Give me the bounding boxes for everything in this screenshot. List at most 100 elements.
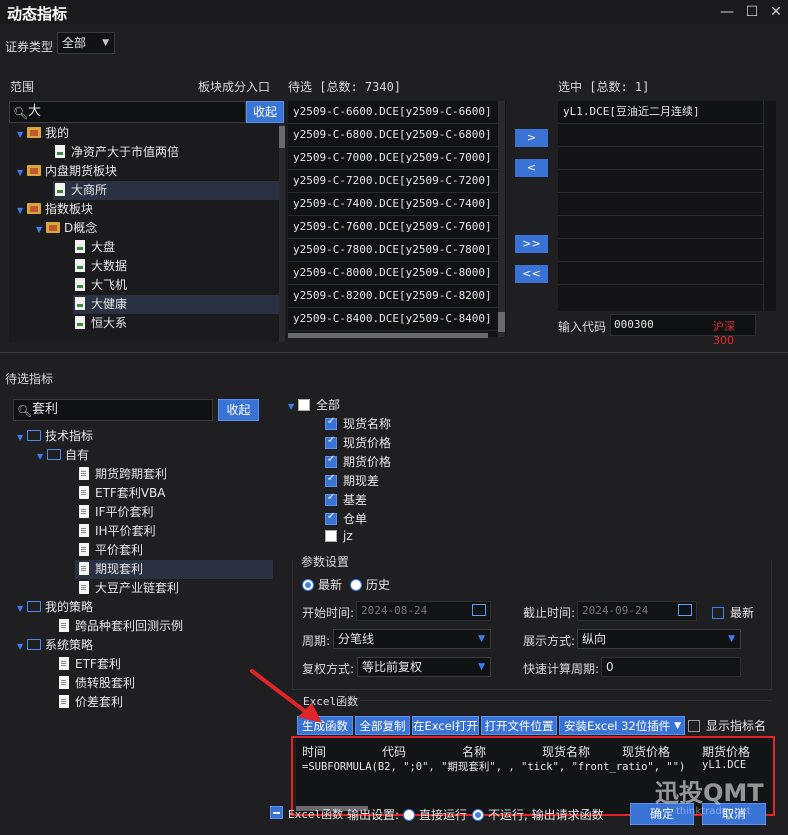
watermark-brand: 迅投QMT <box>655 779 764 807</box>
close-icon[interactable]: ✕ <box>766 2 786 22</box>
tree-node-ih-parity[interactable]: IH平价套利 <box>13 522 273 541</box>
security-type-select[interactable]: 全部 ▼ <box>57 32 115 54</box>
output-no-run[interactable]: 不运行, 输出请求函数 <box>472 806 604 823</box>
list-item[interactable]: y2509-C-7400.DCE[y2509-C-7400] <box>288 193 498 216</box>
tree-node-soy-chain[interactable]: 大豆产业链套利 <box>13 579 273 598</box>
start-time-input[interactable]: 2024-08-24 <box>356 601 491 621</box>
checkbox-all[interactable] <box>298 399 310 411</box>
open-in-excel-button[interactable]: 在Excel打开 <box>412 716 479 735</box>
folder-icon <box>27 203 41 214</box>
range-search-input[interactable]: 🔍︎ 大 <box>9 101 246 123</box>
fields-all-row[interactable]: ▼ 全部 <box>288 396 340 413</box>
pending-hscroll-thumb[interactable] <box>288 333 488 338</box>
adjust-select[interactable]: 等比前复权 ▼ <box>357 657 491 677</box>
add-button[interactable]: > <box>515 129 548 147</box>
mode-latest[interactable]: 最新 <box>302 576 342 593</box>
tree-node-d-concept[interactable]: ▼ D概念 <box>9 219 279 238</box>
end-time-label: 截止时间: <box>523 606 576 620</box>
tree-node-system-strategy[interactable]: ▼ 系统策略 <box>13 636 273 655</box>
checkbox[interactable] <box>325 492 337 506</box>
tree-node-etf-vba[interactable]: ETF套利VBA <box>13 484 273 503</box>
tree-node-dce[interactable]: 大商所 <box>53 181 279 200</box>
calendar-icon[interactable] <box>678 604 692 616</box>
add-all-button[interactable]: >> <box>515 235 548 253</box>
remove-all-button[interactable]: << <box>515 265 548 283</box>
tree-node-big-health[interactable]: 大健康 <box>73 295 279 314</box>
maximize-icon[interactable]: ☐ <box>742 2 762 22</box>
radio-icon[interactable] <box>350 579 362 591</box>
output-direct-run[interactable]: 直接运行 <box>403 806 467 823</box>
checkbox[interactable] <box>325 530 337 542</box>
list-item[interactable]: y2509-C-7000.DCE[y2509-C-7000] <box>288 147 498 170</box>
pending-scrollbar[interactable] <box>498 101 505 337</box>
list-item[interactable]: y2509-C-7600.DCE[y2509-C-7600] <box>288 216 498 239</box>
field-basis[interactable]: 基差 <box>325 491 367 508</box>
list-item[interactable]: y2509-C-7800.DCE[y2509-C-7800] <box>288 239 498 262</box>
list-item[interactable]: yL1.DCE[豆油近二月连续] <box>558 101 763 124</box>
field-jz[interactable]: jz <box>325 529 353 543</box>
minimize-icon[interactable]: — <box>717 2 737 22</box>
checkbox[interactable] <box>688 720 700 732</box>
indicator-search-input[interactable]: 🔍︎ 套利 <box>13 399 213 421</box>
checkbox[interactable] <box>325 454 337 468</box>
tree-node-basis-arb[interactable]: 期现套利 <box>75 560 273 579</box>
radio-icon[interactable] <box>403 809 415 821</box>
period-select[interactable]: 分笔线 ▼ <box>333 629 491 649</box>
tree-node-spread-arb[interactable]: 价差套利 <box>13 693 273 712</box>
end-time-input[interactable]: 2024-09-24 <box>577 601 697 621</box>
input-code-field[interactable]: 000300 沪深300 <box>610 314 756 347</box>
tree-node-big-aircraft[interactable]: 大飞机 <box>9 276 279 295</box>
list-item[interactable]: y2509-C-8400.DCE[y2509-C-8400] <box>288 308 498 331</box>
show-name-checkbox-row[interactable]: 显示指标名 <box>688 717 766 734</box>
range-tree-scroll-thumb[interactable] <box>279 126 285 148</box>
list-item[interactable]: y2509-C-8000.DCE[y2509-C-8000] <box>288 262 498 285</box>
radio-icon[interactable] <box>472 809 484 821</box>
field-spot-name[interactable]: 现货名称 <box>325 415 391 432</box>
checkbox[interactable] <box>325 416 337 430</box>
tree-node-mine[interactable]: ▼ 我的 <box>9 124 279 143</box>
checkbox[interactable] <box>325 473 337 487</box>
tree-node-evergrande[interactable]: 恒大系 <box>9 314 279 333</box>
list-item[interactable]: y2509-C-6800.DCE[y2509-C-6800] <box>288 124 498 147</box>
quick-period-input[interactable]: 0 <box>601 657 741 677</box>
field-warehouse[interactable]: 仓单 <box>325 510 367 527</box>
tree-node-tech-indicator[interactable]: ▼ 技术指标 <box>13 427 273 446</box>
tree-node-bigdata[interactable]: 大数据 <box>9 257 279 276</box>
range-tree-scrollbar[interactable] <box>279 124 285 342</box>
install-excel-plugin-button[interactable]: 安装Excel 32位插件 ▼ <box>559 716 685 735</box>
tree-node-my-strategy[interactable]: ▼ 我的策略 <box>13 598 273 617</box>
tree-node-dapan[interactable]: 大盘 <box>9 238 279 257</box>
range-collapse-button[interactable]: 收起 <box>246 101 284 123</box>
tree-node-domestic-futures[interactable]: ▼ 内盘期货板块 <box>9 162 279 181</box>
field-basis-diff[interactable]: 期现差 <box>325 472 379 489</box>
field-spot-price[interactable]: 现货价格 <box>325 434 391 451</box>
tree-node-etf-arb[interactable]: ETF套利 <box>13 655 273 674</box>
display-mode-select[interactable]: 纵向 ▼ <box>577 629 741 649</box>
tree-node-calendar-arb[interactable]: 期货跨期套利 <box>13 465 273 484</box>
list-item[interactable]: y2509-C-8200.DCE[y2509-C-8200] <box>288 285 498 308</box>
sector-import-link[interactable]: 板块成分入口 <box>198 78 270 95</box>
tree-node-cross-backtest[interactable]: 跨品种套利回测示例 <box>13 617 273 636</box>
tree-node-convertible-arb[interactable]: 债转股套利 <box>13 674 273 693</box>
end-latest-checkbox-row[interactable]: 最新 <box>712 604 754 621</box>
checkbox[interactable] <box>712 607 724 619</box>
open-file-location-button[interactable]: 打开文件位置 <box>481 716 557 735</box>
tree-node-own[interactable]: ▼ 自有 <box>13 446 273 465</box>
radio-icon[interactable] <box>302 579 314 591</box>
copy-all-button[interactable]: 全部复制 <box>355 716 410 735</box>
calendar-icon[interactable] <box>472 604 486 616</box>
indicator-collapse-button[interactable]: 收起 <box>218 399 259 421</box>
field-futures-price[interactable]: 期货价格 <box>325 453 391 470</box>
list-item[interactable]: y2509-C-6600.DCE[y2509-C-6600] <box>288 101 498 124</box>
footer-excel-toggle[interactable] <box>270 806 283 819</box>
tree-node-parity[interactable]: 平价套利 <box>13 541 273 560</box>
list-item[interactable]: y2509-C-7200.DCE[y2509-C-7200] <box>288 170 498 193</box>
checkbox[interactable] <box>325 511 337 525</box>
tree-node-if-parity[interactable]: IF平价套利 <box>13 503 273 522</box>
checkbox[interactable] <box>325 435 337 449</box>
mode-history[interactable]: 历史 <box>350 576 390 593</box>
tree-node-net-assets[interactable]: 净资产大于市值两倍 <box>9 143 279 162</box>
tree-node-index-sector[interactable]: ▼ 指数板块 <box>9 200 279 219</box>
pending-scroll-thumb[interactable] <box>498 312 505 332</box>
remove-button[interactable]: < <box>515 159 548 177</box>
